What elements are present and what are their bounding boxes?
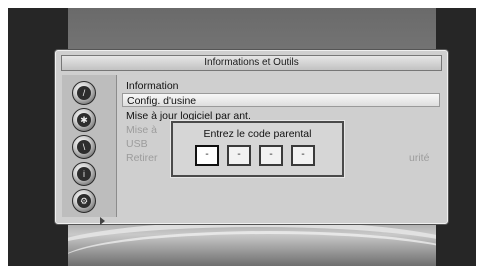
slash-icon[interactable]: /	[72, 81, 96, 105]
menu-item-mise-a[interactable]: Mise à	[126, 123, 157, 137]
parental-code-dialog: Entrez le code parental - - - -	[171, 121, 344, 177]
window-title: Informations et Outils	[61, 55, 442, 71]
menu-item-retirer[interactable]: Retirer	[126, 151, 158, 165]
active-arrow-icon	[100, 217, 105, 225]
sidebar: / ✱ \ i ⚙	[62, 75, 117, 225]
pin-digit-2[interactable]: -	[227, 145, 251, 166]
pin-digit-4[interactable]: -	[291, 145, 315, 166]
gear-icon[interactable]: ✱	[72, 108, 96, 132]
pin-digit-3[interactable]: -	[259, 145, 283, 166]
info-icon[interactable]: i	[72, 162, 96, 186]
menu-item-usb[interactable]: USB	[126, 137, 148, 151]
pin-digit-1[interactable]: -	[195, 145, 219, 166]
settings-icon[interactable]: ⚙	[72, 189, 96, 213]
menu-item-securite-partial: urité	[409, 152, 430, 164]
menu-item-information[interactable]: Information	[126, 79, 179, 93]
menu-item-config-usine[interactable]: Config. d'usine	[122, 93, 440, 107]
tools-icon[interactable]: \	[72, 135, 96, 159]
tv-screen: Informations et Outils / ✱ \ i ⚙ Informa…	[8, 8, 476, 266]
dialog-title: Entrez le code parental	[203, 128, 312, 140]
